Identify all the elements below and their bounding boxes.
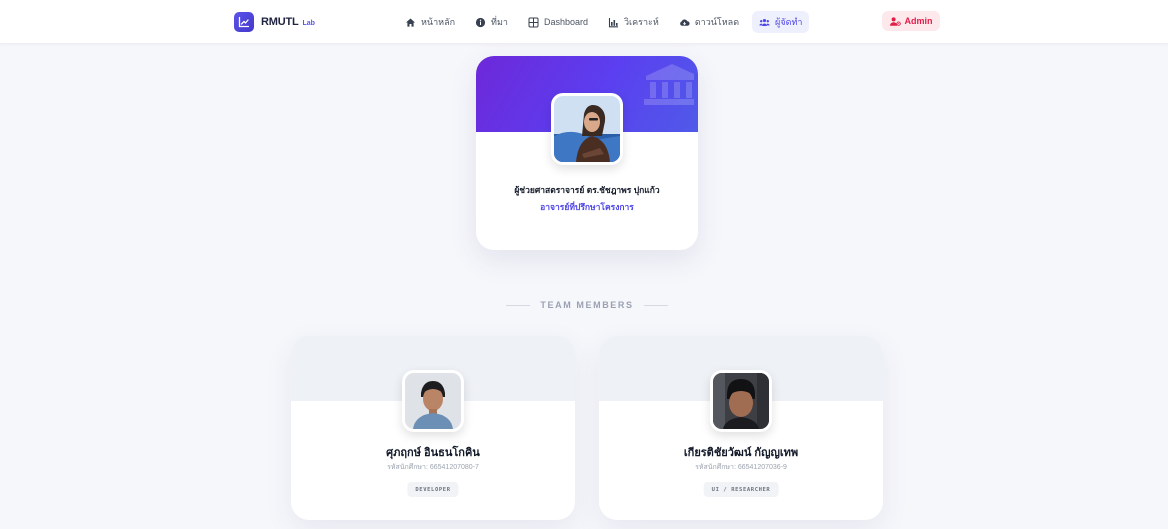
chart-logo-icon bbox=[234, 12, 254, 32]
team-members-heading: TEAM MEMBERS bbox=[506, 298, 669, 312]
main-nav: หน้าหลัก ที่มา Dashboard วิเคราะห์ ดาวน์… bbox=[398, 10, 810, 34]
advisor-role: อาจารย์ที่ปรึกษาโครงการ bbox=[540, 202, 634, 212]
team-members-label: TEAM MEMBERS bbox=[540, 300, 634, 310]
nav-item-label: ที่มา bbox=[491, 17, 508, 27]
info-icon bbox=[475, 17, 486, 28]
advisor-avatar bbox=[551, 93, 623, 165]
member-name: เกียรติชัยวัฒน์ กัญญเทพ bbox=[683, 447, 799, 459]
member-name: ศุภฤกษ์ อินธนโกคิน bbox=[386, 447, 480, 459]
home-icon bbox=[405, 17, 416, 28]
member-role-badge: DEVELOPER bbox=[407, 482, 459, 497]
brand-suffix: Lab bbox=[302, 20, 315, 27]
dashboard-grid-icon bbox=[528, 17, 539, 28]
nav-item-label: ดาวน์โหลด bbox=[694, 17, 740, 27]
nav-item-label: หน้าหลัก bbox=[421, 17, 456, 27]
admin-button-label: Admin bbox=[904, 16, 933, 26]
member-card: ศุภฤกษ์ อินธนโกคิน รหัสนักศึกษา: 6654120… bbox=[291, 336, 575, 520]
admin-button[interactable]: Admin bbox=[882, 11, 940, 31]
admin-user-icon bbox=[889, 16, 901, 26]
top-navbar: RMUTL Lab หน้าหลัก ที่มา Dashboard วิเคร… bbox=[0, 0, 1168, 44]
analyze-icon bbox=[608, 17, 619, 28]
member-card: เกียรติชัยวัฒน์ กัญญเทพ รหัสนักศึกษา: 66… bbox=[599, 336, 883, 520]
team-icon bbox=[759, 17, 770, 28]
nav-item-label: Dashboard bbox=[543, 17, 588, 27]
advisor-name: ผู้ช่วยศาสตราจารย์ ดร.ชัชฎาพร ปุกแก้ว bbox=[514, 185, 660, 195]
member-avatar bbox=[402, 370, 464, 432]
nav-item-analyze[interactable]: วิเคราะห์ bbox=[601, 11, 666, 33]
divider-line bbox=[643, 304, 669, 306]
nav-item-about[interactable]: ที่มา bbox=[468, 11, 515, 33]
nav-item-dashboard[interactable]: Dashboard bbox=[521, 11, 595, 33]
nav-item-home[interactable]: หน้าหลัก bbox=[398, 11, 462, 33]
member-student-id: รหัสนักศึกษา: 66541207036-9 bbox=[695, 464, 787, 471]
member-student-id: รหัสนักศึกษา: 66541207080-7 bbox=[387, 464, 479, 471]
divider-line bbox=[506, 304, 531, 306]
advisor-card: ผู้ช่วยศาสตราจารย์ ดร.ชัชฎาพร ปุกแก้ว อา… bbox=[476, 56, 698, 250]
nav-item-label: วิเคราะห์ bbox=[624, 17, 659, 27]
member-role-badge: UI / RESEARCHER bbox=[703, 482, 779, 497]
member-avatar bbox=[710, 370, 772, 432]
nav-item-team[interactable]: ผู้จัดทำ bbox=[752, 11, 810, 33]
brand-logo-link[interactable]: RMUTL Lab bbox=[234, 10, 315, 34]
nav-item-download[interactable]: ดาวน์โหลด bbox=[672, 11, 746, 33]
brand-name: RMUTL bbox=[261, 16, 299, 28]
nav-item-label: ผู้จัดทำ bbox=[775, 17, 803, 27]
cloud-download-icon bbox=[679, 17, 690, 28]
university-building-icon bbox=[644, 64, 694, 105]
